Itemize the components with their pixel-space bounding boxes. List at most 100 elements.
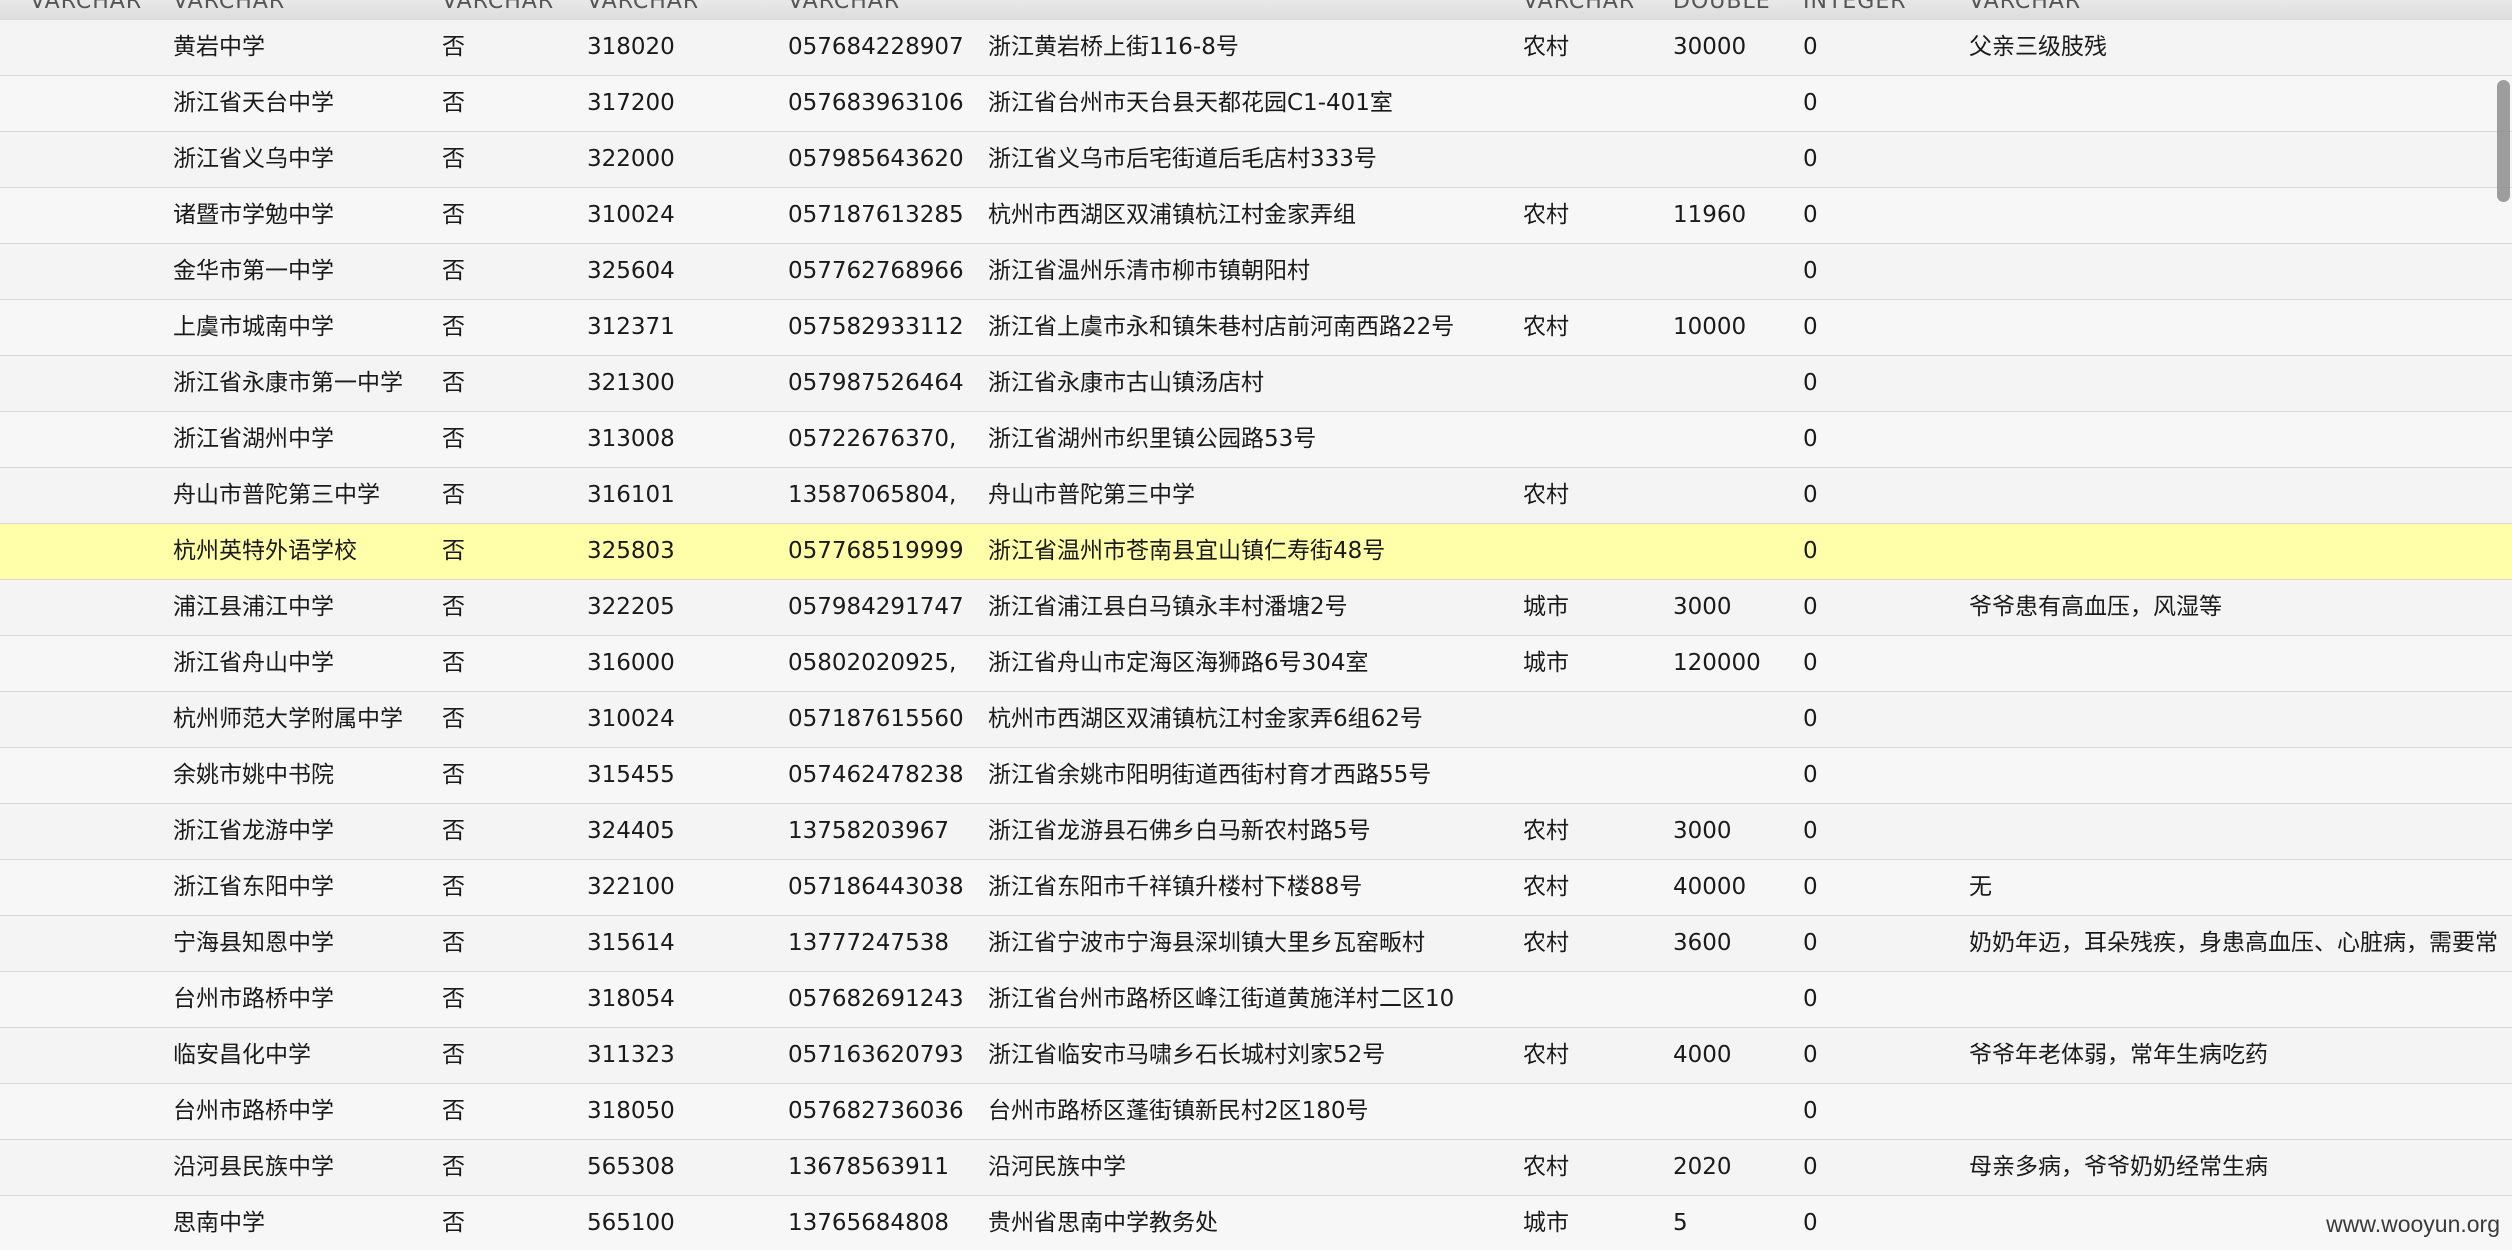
flag-cell[interactable]: 否	[442, 1084, 562, 1139]
note-cell[interactable]	[1969, 412, 2512, 467]
income-cell[interactable]	[1673, 412, 1793, 467]
table-row[interactable]: 台州市路桥中学否 318054 057682691243 浙江省台州市路桥区峰江街道黄…	[0, 972, 2512, 1028]
address-cell[interactable]: 浙江省温州市苍南县宜山镇仁寿街48号	[988, 524, 1513, 579]
table-row[interactable]: 临安昌化中学否 311323 057163620793 浙江省临安市马啸乡石长城村刘家…	[0, 1028, 2512, 1084]
zip-code-cell[interactable]: 325604	[587, 244, 777, 299]
phone-cell[interactable]: 057186443038	[788, 860, 978, 915]
note-cell[interactable]: 爷爷患有高血压，风湿等	[1969, 580, 2512, 635]
address-cell[interactable]: 贵州省思南中学教务处	[988, 1196, 1513, 1250]
zip-code-cell[interactable]: 310024	[587, 692, 777, 747]
address-cell[interactable]: 浙江省台州市天台县天都花园C1-401室	[988, 76, 1513, 131]
count-cell[interactable]: 0	[1803, 412, 1963, 467]
area-type-cell[interactable]: 农村	[1523, 300, 1663, 355]
zip-code-cell[interactable]: 318020	[587, 20, 777, 75]
income-cell[interactable]	[1673, 524, 1793, 579]
address-cell[interactable]: 杭州市西湖区双浦镇杭江村金家弄6组62号	[988, 692, 1513, 747]
income-cell[interactable]: 3000	[1673, 804, 1793, 859]
header-cell[interactable]: VARCHAR	[1969, 0, 2081, 14]
area-type-cell[interactable]	[1523, 132, 1663, 187]
school-name-cell[interactable]: 浙江省湖州中学	[173, 412, 433, 467]
zip-code-cell[interactable]: 324405	[587, 804, 777, 859]
flag-cell[interactable]: 否	[442, 916, 562, 971]
school-name-cell[interactable]: 杭州英特外语学校	[173, 524, 433, 579]
school-name-cell[interactable]: 沿河县民族中学	[173, 1140, 433, 1195]
school-name-cell[interactable]: 余姚市姚中书院	[173, 748, 433, 803]
table-row[interactable]: 上虞市城南中学否 312371 057582933112 浙江省上虞市永和镇朱巷村店前…	[0, 300, 2512, 356]
school-name-cell[interactable]: 台州市路桥中学	[173, 1084, 433, 1139]
flag-cell[interactable]: 否	[442, 76, 562, 131]
note-cell[interactable]: 母亲多病，爷爷奶奶经常生病	[1969, 1140, 2512, 1195]
note-cell[interactable]: 爷爷年老体弱，常年生病吃药	[1969, 1028, 2512, 1083]
table-row[interactable]: 浙江省舟山中学否 316000 05802020925, 浙江省舟山市定海区海狮路6号…	[0, 636, 2512, 692]
flag-cell[interactable]: 否	[442, 580, 562, 635]
header-cell[interactable]: VARCHAR	[788, 0, 900, 14]
zip-code-cell[interactable]: 565100	[587, 1196, 777, 1250]
area-type-cell[interactable]	[1523, 1084, 1663, 1139]
income-cell[interactable]	[1673, 1084, 1793, 1139]
school-name-cell[interactable]: 临安昌化中学	[173, 1028, 433, 1083]
header-cell[interactable]: VARCHAR	[30, 0, 142, 14]
flag-cell[interactable]: 否	[442, 1196, 562, 1250]
note-cell[interactable]: 无	[1969, 860, 2512, 915]
income-cell[interactable]	[1673, 132, 1793, 187]
school-name-cell[interactable]: 思南中学	[173, 1196, 433, 1250]
flag-cell[interactable]: 否	[442, 132, 562, 187]
school-name-cell[interactable]: 黄岩中学	[173, 20, 433, 75]
area-type-cell[interactable]: 城市	[1523, 636, 1663, 691]
flag-cell[interactable]: 否	[442, 860, 562, 915]
address-cell[interactable]: 浙江省舟山市定海区海狮路6号304室	[988, 636, 1513, 691]
table-row[interactable]: 思南中学否 565100 13765684808 贵州省思南中学教务处 城市 5 0	[0, 1196, 2512, 1250]
address-cell[interactable]: 浙江省温州乐清市柳市镇朝阳村	[988, 244, 1513, 299]
area-type-cell[interactable]: 农村	[1523, 1140, 1663, 1195]
address-cell[interactable]: 浙江黄岩桥上街116-8号	[988, 20, 1513, 75]
table-row[interactable]: 浙江省天台中学否 317200 057683963106 浙江省台州市天台县天都花园C…	[0, 76, 2512, 132]
count-cell[interactable]: 0	[1803, 244, 1963, 299]
phone-cell[interactable]: 13587065804,	[788, 468, 978, 523]
zip-code-cell[interactable]: 312371	[587, 300, 777, 355]
school-name-cell[interactable]: 金华市第一中学	[173, 244, 433, 299]
income-cell[interactable]: 11960	[1673, 188, 1793, 243]
school-name-cell[interactable]: 浙江省舟山中学	[173, 636, 433, 691]
address-cell[interactable]: 浙江省台州市路桥区峰江街道黄施洋村二区10	[988, 972, 1513, 1027]
school-name-cell[interactable]: 浙江省义乌中学	[173, 132, 433, 187]
note-cell[interactable]	[1969, 1084, 2512, 1139]
phone-cell[interactable]: 13777247538	[788, 916, 978, 971]
note-cell[interactable]	[1969, 524, 2512, 579]
school-name-cell[interactable]: 浙江省东阳中学	[173, 860, 433, 915]
header-cell[interactable]: VARCHAR	[442, 0, 554, 14]
school-name-cell[interactable]: 台州市路桥中学	[173, 972, 433, 1027]
address-cell[interactable]: 杭州市西湖区双浦镇杭江村金家弄组	[988, 188, 1513, 243]
area-type-cell[interactable]: 农村	[1523, 468, 1663, 523]
count-cell[interactable]: 0	[1803, 356, 1963, 411]
school-name-cell[interactable]: 浙江省天台中学	[173, 76, 433, 131]
phone-cell[interactable]: 057682736036	[788, 1084, 978, 1139]
table-row[interactable]: 浙江省龙游中学否 324405 13758203967 浙江省龙游县石佛乡白马新农村路…	[0, 804, 2512, 860]
table-row[interactable]: 舟山市普陀第三中学否 316101 13587065804, 舟山市普陀第三中学 农村 0	[0, 468, 2512, 524]
area-type-cell[interactable]: 农村	[1523, 860, 1663, 915]
count-cell[interactable]: 0	[1803, 132, 1963, 187]
area-type-cell[interactable]: 农村	[1523, 20, 1663, 75]
school-name-cell[interactable]: 浙江省永康市第一中学	[173, 356, 433, 411]
count-cell[interactable]: 0	[1803, 1084, 1963, 1139]
school-name-cell[interactable]: 宁海县知恩中学	[173, 916, 433, 971]
count-cell[interactable]: 0	[1803, 20, 1963, 75]
flag-cell[interactable]: 否	[442, 748, 562, 803]
count-cell[interactable]: 0	[1803, 1196, 1963, 1250]
phone-cell[interactable]: 05802020925,	[788, 636, 978, 691]
address-cell[interactable]: 浙江省东阳市千祥镇升楼村下楼88号	[988, 860, 1513, 915]
area-type-cell[interactable]	[1523, 692, 1663, 747]
header-cell[interactable]: DOUBLE	[1673, 0, 1771, 14]
area-type-cell[interactable]: 农村	[1523, 188, 1663, 243]
count-cell[interactable]: 0	[1803, 860, 1963, 915]
count-cell[interactable]: 0	[1803, 972, 1963, 1027]
school-name-cell[interactable]: 舟山市普陀第三中学	[173, 468, 433, 523]
flag-cell[interactable]: 否	[442, 1028, 562, 1083]
area-type-cell[interactable]	[1523, 412, 1663, 467]
address-cell[interactable]: 浙江省余姚市阳明街道西街村育才西路55号	[988, 748, 1513, 803]
note-cell[interactable]	[1969, 636, 2512, 691]
address-cell[interactable]: 浙江省义乌市后宅街道后毛店村333号	[988, 132, 1513, 187]
phone-cell[interactable]: 057187615560	[788, 692, 978, 747]
count-cell[interactable]: 0	[1803, 188, 1963, 243]
zip-code-cell[interactable]: 318054	[587, 972, 777, 1027]
income-cell[interactable]	[1673, 748, 1793, 803]
